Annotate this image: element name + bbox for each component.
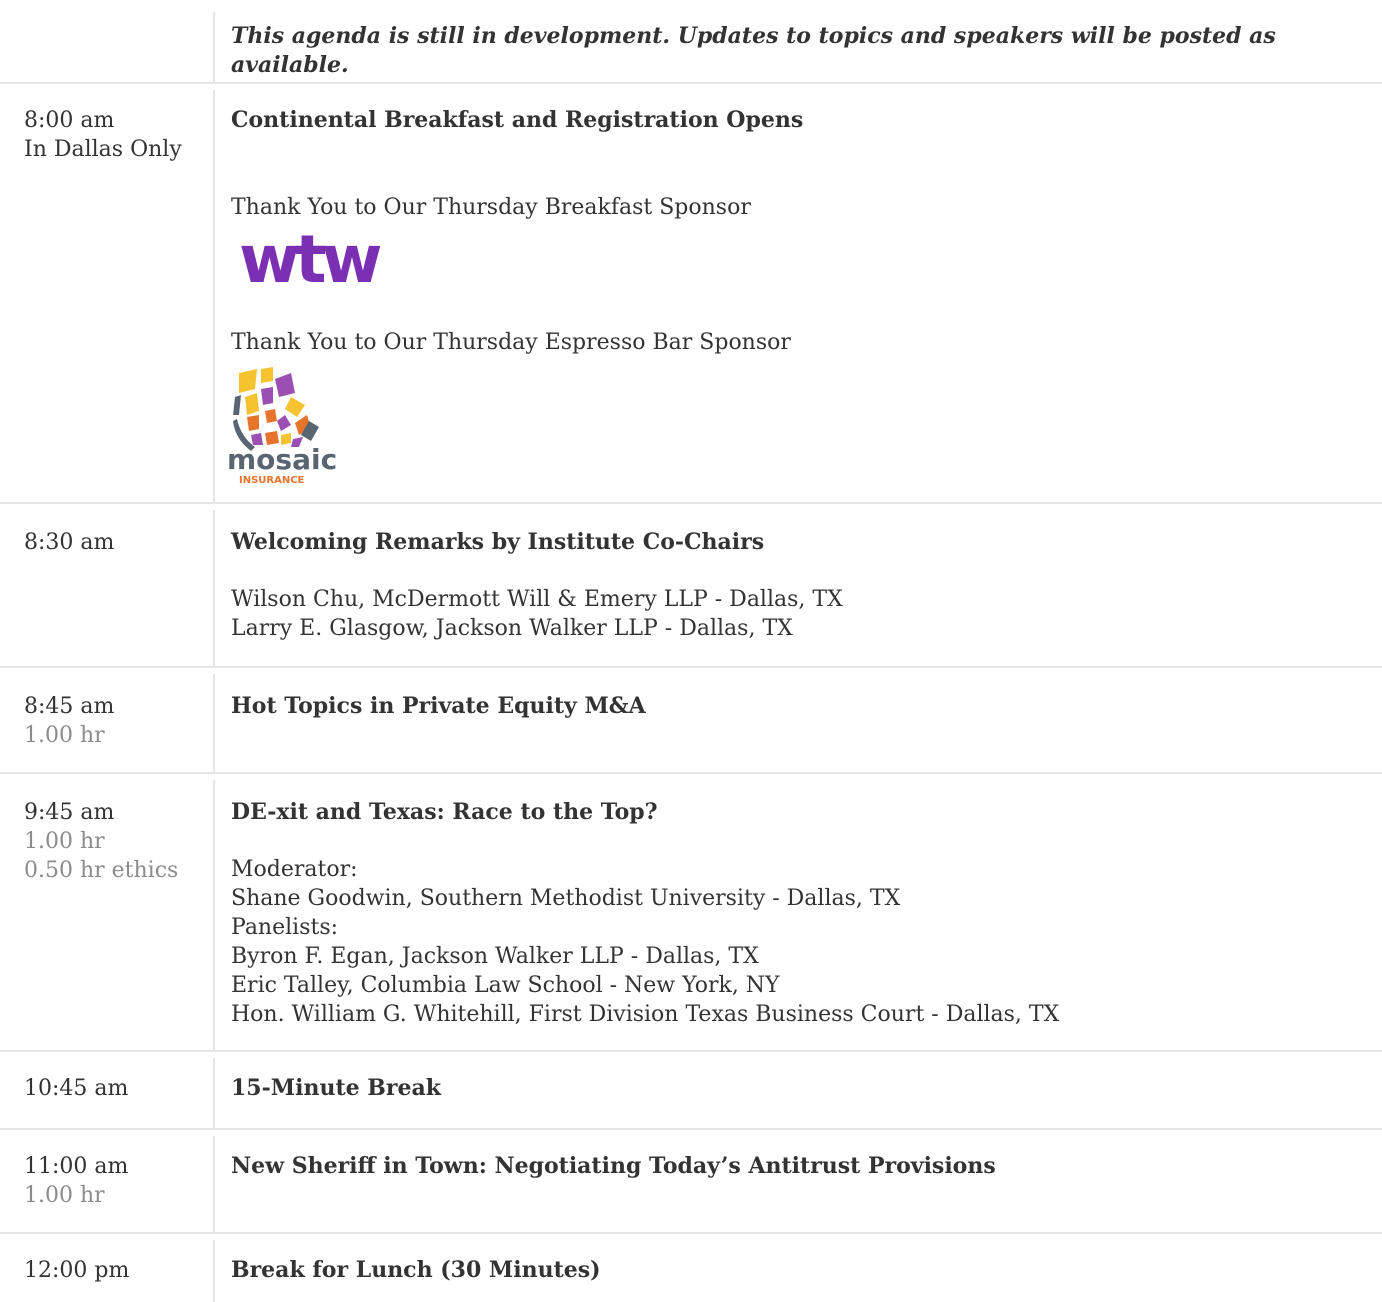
time-cell: 10:45 am bbox=[0, 1058, 215, 1128]
time-cell: 9:45 am 1.00 hr 0.50 hr ethics bbox=[0, 780, 215, 1050]
time-cell: 8:30 am bbox=[0, 510, 215, 666]
agenda-notice-row: This agenda is still in development. Upd… bbox=[0, 0, 1382, 84]
session-cell: DE-xit and Texas: Race to the Top? Moder… bbox=[215, 780, 1382, 1050]
session-title: New Sheriff in Town: Negotiating Today’s… bbox=[231, 1153, 996, 1179]
moderator-label: Moderator: bbox=[231, 857, 358, 882]
session-credit: 1.00 hr bbox=[24, 1183, 105, 1208]
session-title: DE-xit and Texas: Race to the Top? bbox=[231, 799, 658, 825]
time-cell: 12:00 pm bbox=[0, 1240, 215, 1302]
panelists-label: Panelists: bbox=[231, 915, 339, 940]
mosaic-logo-sub: INSURANCE bbox=[239, 475, 305, 483]
session-credit: 1.00 hr bbox=[24, 723, 105, 748]
session-cell: Hot Topics in Private Equity M&A bbox=[215, 674, 1382, 772]
session-title: Welcoming Remarks by Institute Co-Chairs bbox=[231, 529, 765, 555]
agenda-row-0945: 9:45 am 1.00 hr 0.50 hr ethics DE-xit an… bbox=[0, 774, 1382, 1052]
session-time: 12:00 pm bbox=[24, 1258, 130, 1283]
session-title: Break for Lunch (30 Minutes) bbox=[231, 1257, 601, 1283]
time-cell: 11:00 am 1.00 hr bbox=[0, 1136, 215, 1232]
agenda-row-1100: 11:00 am 1.00 hr New Sheriff in Town: Ne… bbox=[0, 1130, 1382, 1234]
panelist: Byron F. Egan, Jackson Walker LLP - Dall… bbox=[231, 944, 759, 969]
agenda-development-notice: This agenda is still in development. Upd… bbox=[231, 23, 1276, 78]
agenda-row-0845: 8:45 am 1.00 hr Hot Topics in Private Eq… bbox=[0, 668, 1382, 774]
session-cell: Break for Lunch (30 Minutes) bbox=[215, 1240, 1382, 1302]
session-cell: 15-Minute Break bbox=[215, 1058, 1382, 1128]
session-time: 11:00 am bbox=[24, 1154, 129, 1179]
speaker: Wilson Chu, McDermott Will & Emery LLP -… bbox=[231, 587, 843, 612]
session-cell: Welcoming Remarks by Institute Co-Chairs… bbox=[215, 510, 1382, 666]
wtw-logo: wtw bbox=[231, 221, 1382, 300]
time-cell: 8:45 am 1.00 hr bbox=[0, 674, 215, 772]
notice-time-cell bbox=[0, 12, 215, 82]
session-ethics-credit: 0.50 hr ethics bbox=[24, 858, 179, 883]
session-title: Continental Breakfast and Registration O… bbox=[231, 107, 804, 133]
session-title: 15-Minute Break bbox=[231, 1075, 441, 1101]
moderator: Shane Goodwin, Southern Methodist Univer… bbox=[231, 886, 901, 911]
session-title: Hot Topics in Private Equity M&A bbox=[231, 693, 646, 719]
espresso-sponsor-label: Thank You to Our Thursday Espresso Bar S… bbox=[231, 330, 791, 355]
session-time: 9:45 am bbox=[24, 800, 115, 825]
wtw-logo-text: wtw bbox=[239, 226, 381, 292]
session-cell: Continental Breakfast and Registration O… bbox=[215, 90, 1382, 502]
breakfast-sponsor-label: Thank You to Our Thursday Breakfast Spon… bbox=[231, 195, 751, 220]
time-cell: 8:00 am In Dallas Only bbox=[0, 90, 215, 502]
speaker: Larry E. Glasgow, Jackson Walker LLP - D… bbox=[231, 616, 793, 641]
mosaic-logo: mosaic INSURANCE bbox=[227, 357, 1382, 491]
panelist: Eric Talley, Columbia Law School - New Y… bbox=[231, 973, 780, 998]
agenda-table: This agenda is still in development. Upd… bbox=[0, 0, 1382, 1302]
agenda-row-1200: 12:00 pm Break for Lunch (30 Minutes) bbox=[0, 1234, 1382, 1302]
session-credit: 1.00 hr bbox=[24, 829, 105, 854]
agenda-row-0800: 8:00 am In Dallas Only Continental Break… bbox=[0, 84, 1382, 504]
agenda-row-1045: 10:45 am 15-Minute Break bbox=[0, 1052, 1382, 1130]
mosaic-logo-word: mosaic bbox=[227, 443, 337, 476]
session-location: In Dallas Only bbox=[24, 137, 182, 162]
session-time: 8:45 am bbox=[24, 694, 115, 719]
panelist: Hon. William G. Whitehill, First Divisio… bbox=[231, 1002, 1060, 1027]
wtw-logo-image: wtw bbox=[239, 221, 386, 298]
session-cell: New Sheriff in Town: Negotiating Today’s… bbox=[215, 1136, 1382, 1232]
session-time: 8:00 am bbox=[24, 108, 115, 133]
notice-body-cell: This agenda is still in development. Upd… bbox=[215, 0, 1382, 82]
session-time: 8:30 am bbox=[24, 530, 115, 555]
agenda-row-0830: 8:30 am Welcoming Remarks by Institute C… bbox=[0, 504, 1382, 668]
mosaic-logo-image: mosaic INSURANCE bbox=[227, 367, 337, 486]
session-time: 10:45 am bbox=[24, 1076, 129, 1101]
